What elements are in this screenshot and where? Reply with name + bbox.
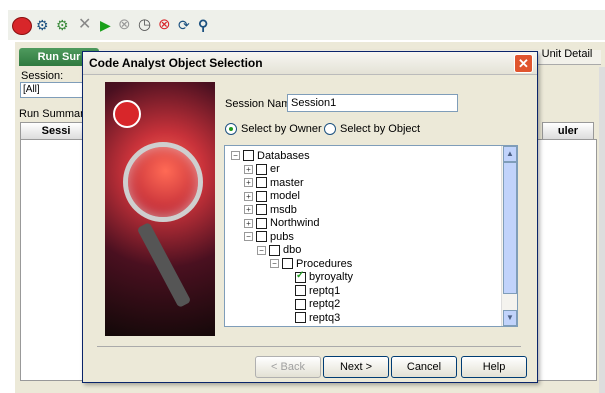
cancel-icon[interactable]: ⊗ <box>158 17 174 33</box>
tab-unit-detail[interactable]: Unit Detail <box>535 48 599 60</box>
session-name-input[interactable]: Session1 <box>287 94 458 112</box>
collapse-icon[interactable]: − <box>257 245 266 255</box>
collapse-icon[interactable]: − <box>244 232 253 241</box>
magnifier-icon <box>123 142 203 222</box>
tree-node[interactable]: reptq3 <box>283 311 340 324</box>
session-label: Session: <box>21 70 64 82</box>
run-summary-label: Run Summary <box>19 108 90 120</box>
radio-select-by-owner[interactable]: Select by Owner <box>225 123 322 135</box>
scroll-thumb[interactable] <box>503 162 517 294</box>
tree-checkbox[interactable] <box>256 231 267 242</box>
tree-checkbox[interactable] <box>256 190 267 202</box>
tree-node[interactable]: + er <box>244 163 280 176</box>
tree-node-label: Databases <box>257 149 310 162</box>
tree-node[interactable]: + msdb <box>244 203 297 216</box>
tree-checkbox[interactable] <box>295 270 306 283</box>
tree-node-label: msdb <box>270 203 297 216</box>
expand-icon[interactable]: + <box>244 205 253 214</box>
tree-checkbox[interactable] <box>256 163 267 175</box>
tree-scrollbar[interactable]: ▲ ▼ <box>501 146 517 326</box>
radio-owner-indicator[interactable] <box>225 123 237 135</box>
tree-node[interactable]: reptq2 <box>283 298 340 311</box>
tree-node-label: byroyalty <box>309 271 354 283</box>
clock-icon[interactable]: ◷ <box>138 17 154 33</box>
magnifier-handle <box>136 221 192 309</box>
tree-node[interactable]: + master <box>244 176 304 189</box>
tree-node[interactable]: − Databases <box>231 149 310 162</box>
tree-checkbox[interactable] <box>256 217 267 229</box>
tree-node[interactable]: + Northwind <box>244 217 320 230</box>
column-header-scheduler[interactable]: uler <box>542 122 594 140</box>
dialog-titlebar[interactable]: Code Analyst Object Selection ✕ <box>83 52 537 75</box>
tree-node[interactable]: reptq1 <box>283 284 340 297</box>
analyze-icon[interactable]: ⚙ <box>36 17 52 33</box>
tree-node-label: er <box>270 163 280 175</box>
tree-node-label: Northwind <box>270 217 320 229</box>
expand-icon[interactable]: + <box>244 191 253 201</box>
next-button[interactable]: Next > <box>323 356 389 378</box>
tree-node-label: master <box>270 176 304 189</box>
close-button[interactable]: ✕ <box>514 54 533 73</box>
session-combo[interactable]: [All] <box>20 82 84 98</box>
session-name-label: Session Name <box>225 98 297 110</box>
tree-node-label: pubs <box>270 230 294 243</box>
radio-object-indicator[interactable] <box>324 123 336 135</box>
tree-checkbox[interactable] <box>295 312 306 323</box>
button-separator <box>97 346 521 347</box>
app-scrollbar[interactable] <box>599 67 605 393</box>
tree-node-label: reptq2 <box>309 298 341 310</box>
radio-owner-label: Select by Owner <box>241 123 322 135</box>
delete-icon[interactable]: ✕ <box>78 17 94 33</box>
collapse-icon[interactable]: − <box>270 259 279 268</box>
expand-icon[interactable]: + <box>244 164 253 174</box>
tree-node-label: Procedures <box>296 257 353 270</box>
toolbar: ⚙ ⚙ ✕ ▶ ⊗ ◷ ⊗ ⟳ ⚲ <box>8 10 605 40</box>
stop-icon[interactable]: ⊗ <box>118 17 134 33</box>
users-icon[interactable]: ⚲ <box>198 17 214 33</box>
radio-select-by-object[interactable]: Select by Object <box>324 123 420 135</box>
scroll-down-icon[interactable]: ▼ <box>503 310 517 326</box>
tree-checkbox[interactable] <box>269 244 280 256</box>
tree-checkbox[interactable] <box>256 177 267 188</box>
tree-node[interactable]: − pubs <box>244 230 294 243</box>
tree-node-label: reptq3 <box>309 311 341 324</box>
tree-node-label: reptq1 <box>309 284 341 297</box>
object-selection-dialog: Code Analyst Object Selection ✕ Session … <box>82 51 538 383</box>
play-icon[interactable]: ▶ <box>100 17 116 33</box>
tree-node-label: dbo <box>283 244 302 256</box>
compare-icon[interactable]: ⚙ <box>56 17 72 33</box>
help-button[interactable]: Help <box>461 356 527 378</box>
refresh-icon[interactable]: ⟳ <box>178 17 194 33</box>
expand-icon[interactable]: + <box>244 218 253 228</box>
database-tree[interactable]: ▲ ▼ − Databases + er + master + model + msdb + Nort… <box>224 145 518 327</box>
tree-node-label: model <box>270 190 300 202</box>
scroll-up-icon[interactable]: ▲ <box>503 146 517 162</box>
wizard-illustration <box>105 82 215 336</box>
tree-checkbox[interactable] <box>295 298 306 310</box>
logo-icon <box>113 100 141 128</box>
tree-node[interactable]: − dbo <box>257 244 301 257</box>
tree-node[interactable]: − Procedures <box>270 257 352 270</box>
tree-checkbox[interactable] <box>295 285 306 296</box>
back-button[interactable]: < Back <box>255 356 321 378</box>
collapse-icon[interactable]: − <box>231 151 240 160</box>
tree-checkbox[interactable] <box>282 258 293 269</box>
database-icon[interactable] <box>12 17 32 35</box>
cancel-button[interactable]: Cancel <box>391 356 457 378</box>
tree-node[interactable]: + model <box>244 190 300 203</box>
tree-checkbox[interactable] <box>243 150 254 161</box>
dialog-title: Code Analyst Object Selection <box>89 56 263 70</box>
tree-checkbox[interactable] <box>256 204 267 215</box>
radio-object-label: Select by Object <box>340 123 421 135</box>
tree-node[interactable]: byroyalty <box>283 270 354 284</box>
expand-icon[interactable]: + <box>244 178 253 187</box>
